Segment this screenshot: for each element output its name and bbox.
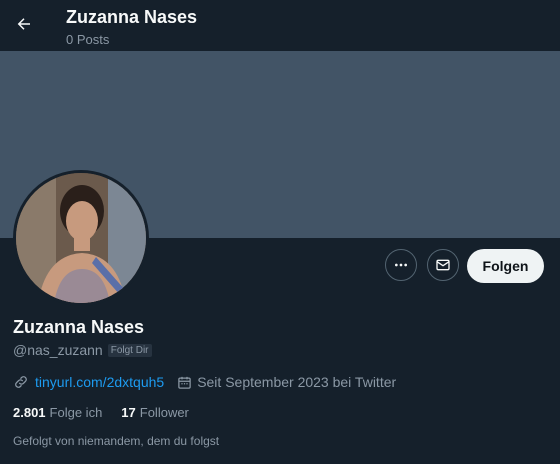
follows-you-badge: Folgt Dir [107,343,152,357]
following-label: Folge ich [49,405,103,420]
join-date-text: Seit September 2023 bei Twitter [197,374,397,390]
followed-by-text: Gefolgt von niemandem, dem du folgst [13,434,220,448]
page-title: Zuzanna Nases [66,7,198,27]
profile-handle: @nas_zuzann [13,342,103,358]
following-count: 2.801 [13,405,46,420]
profile-link[interactable]: tinyurl.com/2dxtquh5 [35,374,164,390]
more-icon [395,263,407,267]
back-button[interactable] [12,10,36,38]
follow-button[interactable]: Folgen [467,249,544,283]
more-options-button[interactable] [385,249,417,281]
message-button[interactable] [427,249,459,281]
calendar-icon [178,376,191,389]
avatar[interactable] [13,170,149,306]
link-icon [15,376,27,388]
profile-handle-row: @nas_zuzann Folgt Dir [13,342,152,358]
follow-stats: 2.801 Folge ich 17 Follower [13,405,189,420]
profile-meta: tinyurl.com/2dxtquh5 Seit September 2023… [13,374,396,390]
arrow-left-icon [17,18,30,30]
profile-name: Zuzanna Nases [13,317,145,337]
top-bar: Zuzanna Nases 0 Posts [0,0,560,51]
followers-count: 17 [121,405,136,420]
post-count: 0 Posts [66,32,110,47]
followers-link[interactable]: 17 Follower [121,405,189,420]
followers-label: Follower [139,405,189,420]
following-link[interactable]: 2.801 Folge ich [13,405,102,420]
join-date: Seit September 2023 bei Twitter [177,374,396,390]
mail-icon [436,259,450,271]
